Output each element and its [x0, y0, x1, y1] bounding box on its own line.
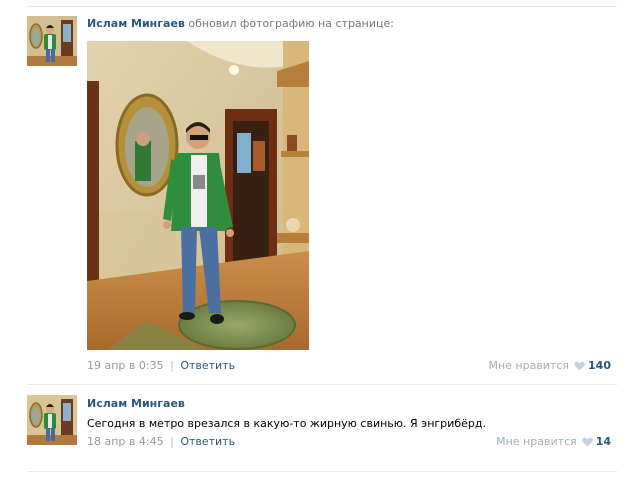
feed-divider [27, 384, 617, 385]
author-avatar[interactable] [27, 16, 77, 66]
post-action-text: обновил фотографию на странице: [188, 17, 394, 30]
author-name-link[interactable]: Ислам Мингаев [87, 17, 185, 30]
post-text: Сегодня в метро врезался в какую-то жирн… [87, 417, 486, 430]
post-date[interactable]: 19 апр в 0:35 [87, 359, 164, 372]
meta-separator: | [170, 435, 174, 448]
heart-icon [581, 437, 593, 447]
avatar-photo [27, 395, 77, 445]
post-header: Ислам Мингаев обновил фотографию на стра… [87, 17, 394, 31]
author-avatar[interactable] [27, 395, 77, 445]
post-meta: 19 апр в 0:35 | Ответить [87, 359, 235, 373]
feed-divider [27, 471, 617, 472]
like-label: Мне нравится [496, 435, 577, 448]
like-label: Мне нравится [488, 359, 570, 372]
reply-link[interactable]: Ответить [180, 435, 235, 448]
post-header: Ислам Мингаев [87, 397, 185, 411]
like-button[interactable]: Мне нравится 14 [496, 435, 611, 449]
avatar-photo [27, 16, 77, 66]
reply-link[interactable]: Ответить [180, 359, 235, 372]
like-count: 140 [588, 359, 611, 372]
post-meta: 18 апр в 4:45 | Ответить [87, 435, 235, 449]
news-feed: Ислам Мингаев обновил фотографию на стра… [0, 0, 626, 477]
feed-divider [27, 6, 617, 7]
meta-separator: | [170, 359, 174, 372]
post-date[interactable]: 18 апр в 4:45 [87, 435, 164, 448]
author-name-link[interactable]: Ислам Мингаев [87, 397, 185, 410]
like-count: 14 [595, 435, 611, 448]
heart-icon [574, 361, 585, 371]
like-button[interactable]: Мне нравится 140 [488, 359, 611, 373]
post-photo[interactable] [87, 41, 309, 350]
photo-image [87, 41, 309, 350]
